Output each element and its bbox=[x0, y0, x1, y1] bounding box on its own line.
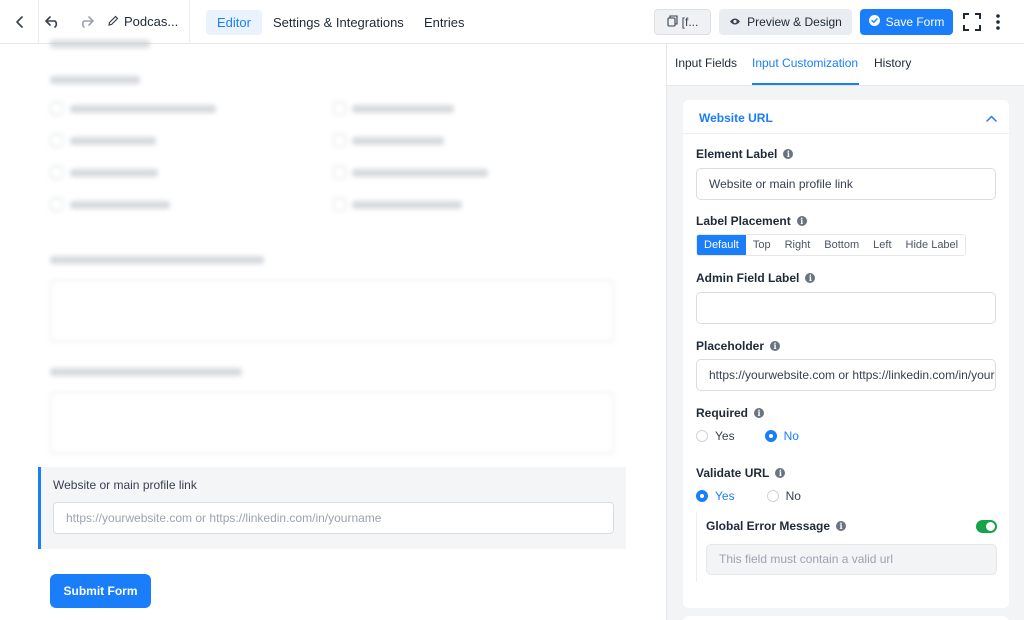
info-icon[interactable]: i bbox=[805, 273, 816, 283]
validate-no-label: No bbox=[785, 489, 801, 503]
pencil-icon bbox=[108, 14, 119, 29]
required-yes-label: Yes bbox=[715, 429, 735, 443]
validate-url-heading: Validate URL i bbox=[696, 466, 786, 480]
validate-url-text: Validate URL bbox=[696, 466, 770, 480]
info-icon[interactable]: i bbox=[754, 408, 765, 418]
required-no-option[interactable]: No bbox=[764, 429, 799, 443]
website-field-label: Website or main profile link bbox=[53, 478, 197, 492]
placement-option-top[interactable]: Top bbox=[745, 235, 778, 255]
card-header[interactable]: Website URL bbox=[683, 100, 1009, 134]
element-label-text: Element Label bbox=[696, 147, 778, 161]
radio-button[interactable] bbox=[766, 490, 779, 502]
tab-history[interactable]: History bbox=[874, 56, 911, 70]
back-chevron-icon[interactable] bbox=[10, 12, 30, 32]
settings-panel: Input Fields Input Customization History… bbox=[666, 44, 1024, 620]
redo-icon[interactable] bbox=[76, 12, 96, 32]
radio-button[interactable] bbox=[696, 430, 708, 442]
global-error-input[interactable]: This field must contain a valid url bbox=[706, 544, 997, 575]
radio-button-selected[interactable] bbox=[696, 490, 708, 502]
global-error-message-section: Global Error Message i This field must c… bbox=[696, 512, 997, 582]
tab-settings-integrations[interactable]: Settings & Integrations bbox=[262, 10, 415, 35]
more-vertical-icon[interactable] bbox=[988, 12, 1008, 32]
divider bbox=[189, 0, 190, 44]
form-name-text: Podcas... bbox=[124, 14, 179, 29]
validate-yes-option[interactable]: Yes bbox=[696, 489, 735, 503]
placement-option-right[interactable]: Right bbox=[777, 235, 818, 255]
placement-option-hide-label[interactable]: Hide Label bbox=[898, 235, 966, 255]
card-title: Website URL bbox=[699, 111, 773, 125]
global-error-text: Global Error Message bbox=[706, 519, 831, 533]
submit-form-button[interactable]: Submit Form bbox=[50, 574, 151, 608]
chevron-up-icon[interactable] bbox=[986, 110, 997, 125]
preview-design-button[interactable]: Preview & Design bbox=[719, 9, 852, 35]
info-icon[interactable]: i bbox=[775, 468, 786, 478]
validate-no-option[interactable]: No bbox=[766, 489, 801, 503]
field-settings-card: Website URL Element Label i Website or m… bbox=[683, 100, 1009, 608]
panel-tabs: Input Fields Input Customization History bbox=[667, 44, 1024, 86]
placeholder-text: Placeholder bbox=[696, 339, 765, 353]
blurred-form-fields bbox=[0, 40, 666, 464]
validate-yes-label: Yes bbox=[715, 489, 735, 503]
form-name[interactable]: Podcas... bbox=[108, 14, 178, 29]
top-bar: Podcas... Editor Settings & Integrations… bbox=[0, 0, 1024, 44]
label-placement-text: Label Placement bbox=[696, 214, 791, 228]
global-error-heading: Global Error Message i bbox=[706, 519, 847, 533]
save-form-label: Save Form bbox=[885, 15, 945, 29]
fullscreen-icon[interactable] bbox=[962, 12, 982, 32]
next-card-edge bbox=[683, 616, 1009, 620]
eye-icon bbox=[729, 15, 741, 29]
info-icon[interactable]: i bbox=[796, 216, 807, 226]
placeholder-heading: Placeholder i bbox=[696, 339, 781, 353]
required-no-label: No bbox=[783, 429, 799, 443]
label-placement-selector: Default Top Right Bottom Left Hide Label bbox=[696, 234, 967, 256]
required-yes-option[interactable]: Yes bbox=[696, 429, 735, 443]
placement-option-left[interactable]: Left bbox=[866, 235, 899, 255]
admin-field-label-heading: Admin Field Label i bbox=[696, 271, 816, 285]
required-text: Required bbox=[696, 406, 749, 420]
admin-field-label-input[interactable] bbox=[696, 292, 996, 324]
check-circle-icon bbox=[868, 15, 880, 29]
preview-design-label: Preview & Design bbox=[747, 15, 842, 29]
save-form-button[interactable]: Save Form bbox=[860, 9, 953, 35]
shortcode-text: [f... bbox=[681, 15, 699, 29]
shortcode-button[interactable]: [f... bbox=[654, 9, 711, 35]
admin-field-label-text: Admin Field Label bbox=[696, 271, 800, 285]
global-error-toggle[interactable] bbox=[976, 520, 997, 533]
placeholder-input[interactable]: https://yourwebsite.com or https://linke… bbox=[696, 359, 996, 391]
required-radio-group: Yes No bbox=[696, 429, 799, 443]
active-tab-indicator bbox=[752, 83, 859, 85]
website-field-input[interactable]: https://yourwebsite.com or https://linke… bbox=[53, 502, 614, 534]
tab-input-customization[interactable]: Input Customization bbox=[752, 56, 858, 70]
placement-option-default[interactable]: Default bbox=[697, 235, 746, 255]
undo-icon[interactable] bbox=[43, 12, 63, 32]
form-canvas: Website or main profile link https://you… bbox=[0, 40, 666, 620]
label-placement-heading: Label Placement i bbox=[696, 214, 807, 228]
selected-field-website-url[interactable]: Website or main profile link https://you… bbox=[38, 467, 626, 549]
info-icon[interactable]: i bbox=[783, 149, 794, 159]
info-icon[interactable]: i bbox=[836, 521, 847, 531]
info-icon[interactable]: i bbox=[770, 341, 781, 351]
divider bbox=[38, 0, 39, 44]
validate-url-radio-group: Yes No bbox=[696, 489, 801, 503]
tab-editor[interactable]: Editor bbox=[206, 10, 262, 35]
tab-input-fields[interactable]: Input Fields bbox=[675, 56, 737, 70]
element-label-heading: Element Label i bbox=[696, 147, 794, 161]
radio-button-selected[interactable] bbox=[764, 430, 777, 442]
element-label-input[interactable]: Website or main profile link bbox=[696, 168, 996, 200]
required-heading: Required i bbox=[696, 406, 765, 420]
tab-entries[interactable]: Entries bbox=[413, 10, 475, 35]
copy-icon bbox=[667, 14, 678, 30]
placement-option-bottom[interactable]: Bottom bbox=[817, 235, 867, 255]
